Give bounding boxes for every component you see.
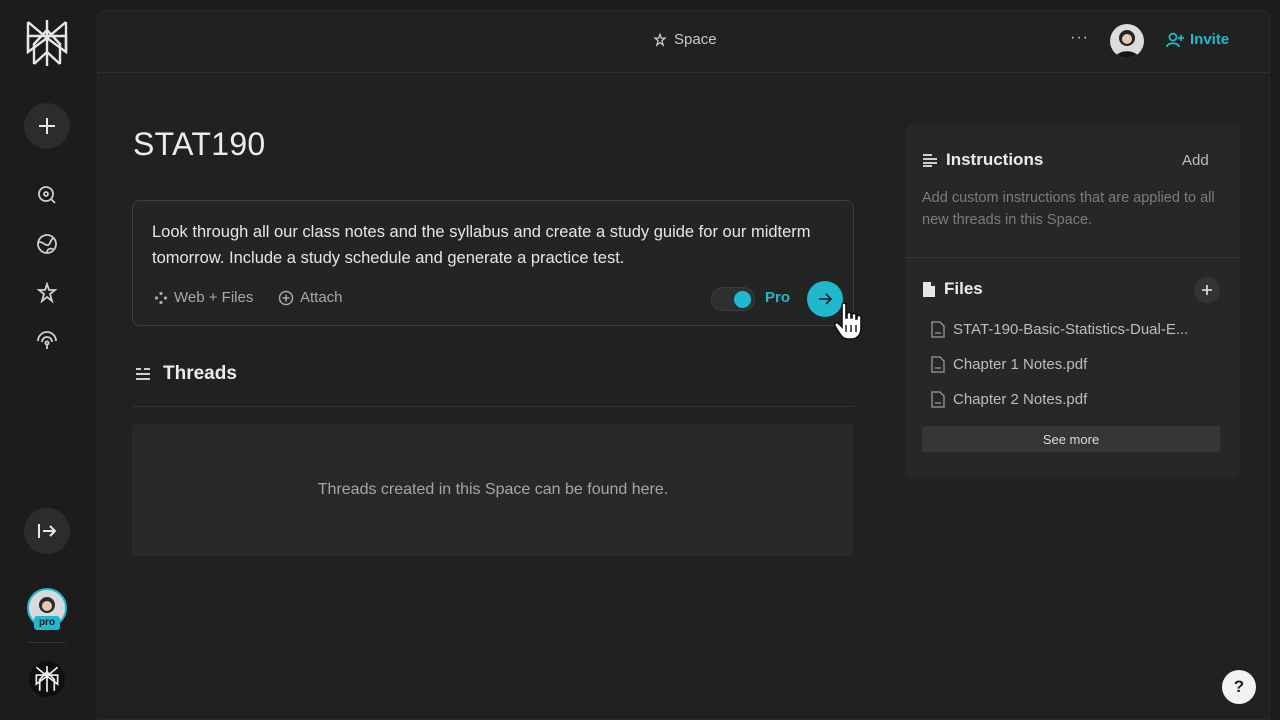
threads-heading: Threads	[135, 363, 237, 385]
plus-icon	[39, 118, 55, 134]
collapse-icon	[38, 524, 57, 538]
logo-icon[interactable]	[24, 18, 70, 68]
file-name: STAT-190-Basic-Statistics-Dual-E...	[953, 321, 1189, 338]
file-name: Chapter 1 Notes.pdf	[953, 356, 1088, 373]
threads-icon	[136, 368, 150, 380]
attach-label: Attach	[300, 289, 343, 306]
header-avatar[interactable]	[1110, 24, 1144, 58]
spaces-icon[interactable]	[34, 280, 60, 306]
pdf-file-icon	[931, 391, 945, 408]
pro-toggle[interactable]	[711, 287, 755, 311]
composer-input[interactable]: Look through all our class notes and the…	[152, 219, 842, 271]
space-label: Space	[653, 31, 717, 48]
files-heading: Files	[922, 279, 983, 299]
instructions-heading: Instructions	[922, 150, 1043, 170]
pro-label: Pro	[765, 289, 791, 306]
sources-icon	[154, 291, 168, 304]
toggle-knob	[734, 291, 751, 308]
add-user-icon	[1166, 32, 1184, 47]
search-icon[interactable]	[34, 182, 60, 208]
hand-cursor-icon	[833, 302, 862, 340]
see-more-button[interactable]: See more	[922, 426, 1220, 452]
files-title: Files	[944, 279, 983, 298]
discover-icon[interactable]	[34, 327, 60, 353]
pdf-file-icon	[931, 356, 945, 373]
top-bar: Space ··· Invite	[98, 11, 1269, 73]
main-panel: Space ··· Invite STAT190 Look through al…	[97, 10, 1270, 720]
threads-empty-text: Threads created in this Space can be fou…	[317, 481, 669, 498]
add-file-button[interactable]	[1194, 277, 1220, 303]
source-selector[interactable]: Web + Files	[154, 289, 253, 306]
globe-icon[interactable]	[34, 231, 60, 257]
file-item[interactable]: STAT-190-Basic-Statistics-Dual-E...	[931, 321, 1221, 338]
space-label-text: Space	[674, 31, 717, 48]
sidebar-divider	[28, 642, 66, 643]
invite-label: Invite	[1190, 31, 1230, 48]
instructions-placeholder: Add custom instructions that are applied…	[922, 190, 1215, 228]
app-logo-icon[interactable]	[29, 661, 65, 697]
source-label: Web + Files	[174, 289, 254, 306]
plus-icon	[1202, 285, 1212, 295]
invite-button[interactable]: Invite	[1166, 31, 1229, 48]
pro-badge: pro	[34, 616, 60, 630]
more-options-button[interactable]: ···	[1070, 29, 1089, 47]
threads-title: Threads	[163, 363, 237, 384]
collapse-sidebar-button[interactable]	[24, 508, 70, 554]
add-circle-icon	[278, 290, 294, 305]
space-details-panel: Instructions Add Add custom instructions…	[905, 125, 1240, 479]
composer[interactable]: Look through all our class notes and the…	[132, 200, 854, 326]
spaces-icon	[653, 32, 667, 47]
help-button[interactable]: ?	[1222, 670, 1256, 704]
instructions-title: Instructions	[946, 150, 1044, 169]
file-name: Chapter 2 Notes.pdf	[953, 391, 1088, 408]
pdf-file-icon	[931, 321, 945, 338]
threads-divider	[132, 406, 854, 407]
text-lines-icon	[923, 154, 937, 167]
file-item[interactable]: Chapter 2 Notes.pdf	[931, 391, 1221, 408]
file-item[interactable]: Chapter 1 Notes.pdf	[931, 356, 1221, 373]
new-thread-button[interactable]	[24, 103, 70, 149]
arrow-right-icon	[819, 293, 833, 305]
panel-divider	[905, 257, 1240, 258]
page-title: STAT190	[133, 126, 266, 162]
threads-empty-state: Threads created in this Space can be fou…	[132, 424, 854, 556]
attach-button[interactable]: Attach	[278, 289, 343, 306]
add-instructions-button[interactable]: Add	[1182, 152, 1209, 169]
sidebar: pro	[0, 0, 96, 720]
file-icon	[923, 281, 935, 297]
